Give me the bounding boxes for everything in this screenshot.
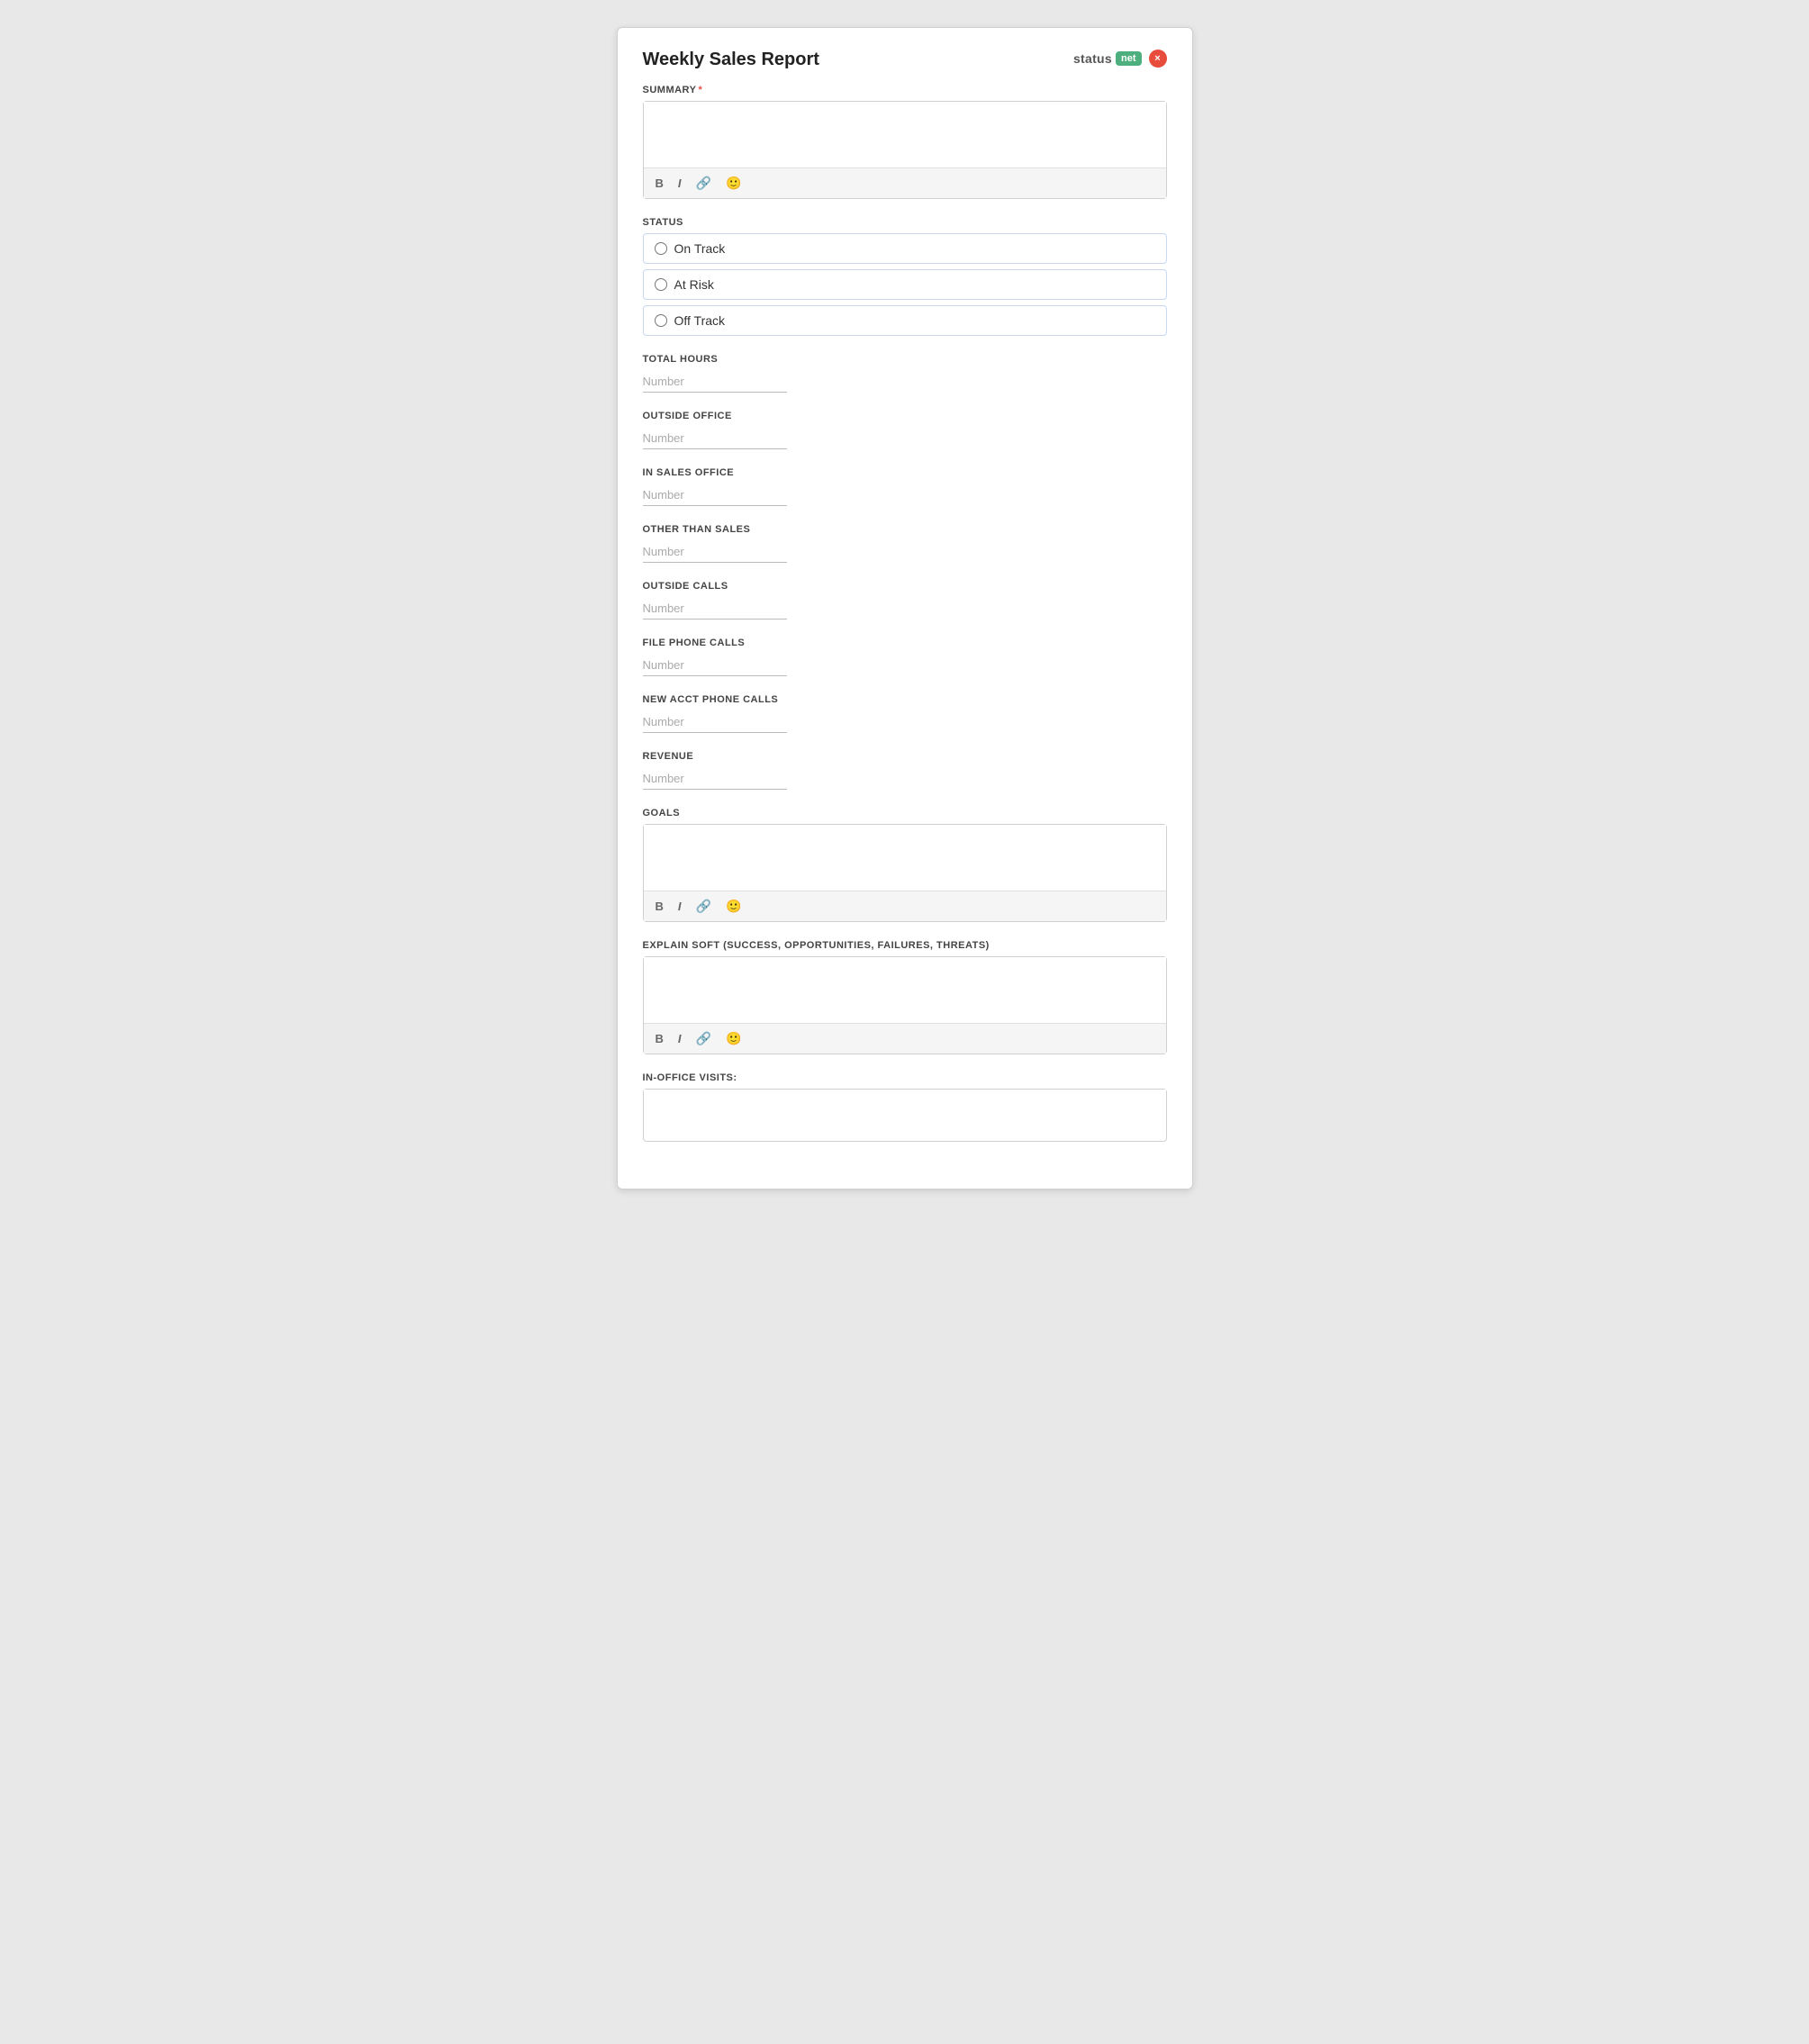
soft-link-icon[interactable]: 🔗 (693, 1029, 714, 1048)
summary-label: SUMMARY* (643, 85, 1167, 95)
field-label-revenue: REVENUE (643, 751, 1167, 762)
required-star: * (698, 85, 702, 95)
in-office-visits-label: IN-OFFICE VISITS: (643, 1072, 1167, 1083)
modal-title-wrapper: Weekly Sales Report (643, 50, 819, 70)
soft-bold-icon[interactable]: B (653, 1030, 666, 1047)
status-text: status (1073, 51, 1112, 66)
status-section: STATUS On Track At Risk Off Track (643, 217, 1167, 336)
soft-italic-icon[interactable]: I (675, 1030, 684, 1047)
status-radio-on-track[interactable] (655, 242, 667, 255)
field-section-file-phone-calls: FILE PHONE CALLS (643, 638, 1167, 676)
status-option-on-track[interactable]: On Track (643, 233, 1167, 264)
status-option-at-risk[interactable]: At Risk (643, 269, 1167, 300)
explain-soft-label: EXPLAIN SOFT (SUCCESS, OPPORTUNITIES, FA… (643, 940, 1167, 951)
modal-title: Weekly Sales Report (643, 50, 819, 70)
goals-editor-wrapper: B I 🔗 🙂 (643, 824, 1167, 922)
field-input-file-phone-calls[interactable] (643, 654, 787, 676)
explain-soft-toolbar: B I 🔗 🙂 (644, 1023, 1166, 1054)
modal-header: Weekly Sales Report status net × (643, 50, 1167, 70)
soft-emoji-icon[interactable]: 🙂 (723, 1029, 744, 1048)
status-option-off-track[interactable]: Off Track (643, 305, 1167, 336)
field-label-other-than-sales: OTHER THAN SALES (643, 524, 1167, 535)
field-input-total-hours[interactable] (643, 370, 787, 393)
field-section-outside-office: OUTSIDE OFFICE (643, 411, 1167, 449)
field-section-revenue: REVENUE (643, 751, 1167, 790)
explain-soft-textarea[interactable] (644, 957, 1166, 1018)
field-label-outside-office: OUTSIDE OFFICE (643, 411, 1167, 421)
header-right: status net × (1073, 50, 1167, 68)
field-label-file-phone-calls: FILE PHONE CALLS (643, 638, 1167, 648)
status-badge: status net (1073, 51, 1142, 66)
field-section-total-hours: TOTAL HOURS (643, 354, 1167, 393)
number-fields-container: TOTAL HOURS OUTSIDE OFFICE IN SALES OFFICE… (643, 354, 1167, 790)
field-section-in-sales-office: IN SALES OFFICE (643, 467, 1167, 506)
field-label-total-hours: TOTAL HOURS (643, 354, 1167, 365)
field-input-outside-calls[interactable] (643, 597, 787, 620)
link-icon[interactable]: 🔗 (693, 174, 714, 193)
bold-icon[interactable]: B (653, 175, 666, 192)
status-label: STATUS (643, 217, 1167, 228)
goals-section: GOALS B I 🔗 🙂 (643, 808, 1167, 922)
emoji-icon[interactable]: 🙂 (723, 174, 744, 193)
explain-soft-section: EXPLAIN SOFT (SUCCESS, OPPORTUNITIES, FA… (643, 940, 1167, 1054)
field-section-other-than-sales: OTHER THAN SALES (643, 524, 1167, 563)
summary-toolbar: B I 🔗 🙂 (644, 167, 1166, 198)
field-input-in-sales-office[interactable] (643, 484, 787, 506)
field-input-other-than-sales[interactable] (643, 540, 787, 563)
goals-bold-icon[interactable]: B (653, 898, 666, 915)
in-office-textarea[interactable] (644, 1090, 1166, 1136)
summary-editor-wrapper: B I 🔗 🙂 (643, 101, 1167, 199)
goals-textarea[interactable] (644, 825, 1166, 886)
goals-emoji-icon[interactable]: 🙂 (723, 897, 744, 916)
italic-icon[interactable]: I (675, 175, 684, 192)
summary-textarea[interactable] (644, 102, 1166, 163)
goals-italic-icon[interactable]: I (675, 898, 684, 915)
in-office-editor-wrapper (643, 1089, 1167, 1142)
status-label-off-track[interactable]: Off Track (674, 313, 726, 328)
field-label-new-acct-phone-calls: NEW ACCT PHONE CALLS (643, 694, 1167, 705)
goals-toolbar: B I 🔗 🙂 (644, 891, 1166, 921)
status-radio-at-risk[interactable] (655, 278, 667, 291)
status-label-on-track[interactable]: On Track (674, 241, 726, 256)
in-office-visits-section: IN-OFFICE VISITS: (643, 1072, 1167, 1142)
status-net-badge: net (1116, 51, 1142, 66)
field-section-outside-calls: OUTSIDE CALLS (643, 581, 1167, 620)
status-radio-off-track[interactable] (655, 314, 667, 327)
goals-label: GOALS (643, 808, 1167, 819)
field-label-in-sales-office: IN SALES OFFICE (643, 467, 1167, 478)
field-input-revenue[interactable] (643, 767, 787, 790)
field-input-outside-office[interactable] (643, 427, 787, 449)
modal-container: Weekly Sales Report status net × SUMMARY… (617, 27, 1193, 1189)
close-button[interactable]: × (1149, 50, 1167, 68)
field-input-new-acct-phone-calls[interactable] (643, 710, 787, 733)
goals-link-icon[interactable]: 🔗 (693, 897, 714, 916)
status-label-at-risk[interactable]: At Risk (674, 277, 714, 292)
field-label-outside-calls: OUTSIDE CALLS (643, 581, 1167, 592)
explain-soft-editor-wrapper: B I 🔗 🙂 (643, 956, 1167, 1054)
field-section-new-acct-phone-calls: NEW ACCT PHONE CALLS (643, 694, 1167, 733)
